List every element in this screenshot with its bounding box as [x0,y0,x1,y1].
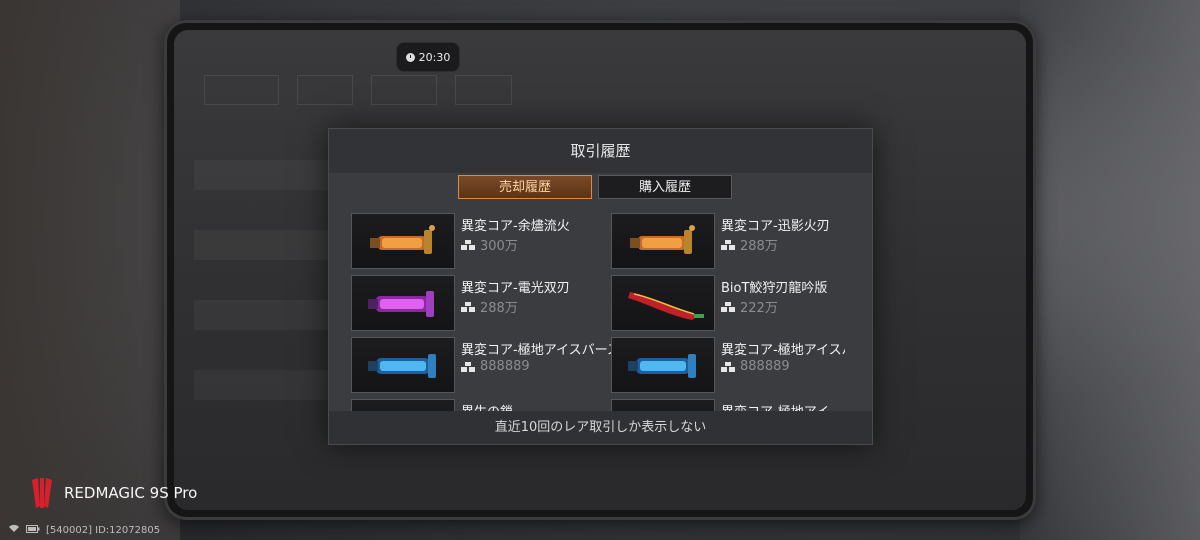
background-tab [371,75,437,105]
trade-item-list[interactable]: 異変コア-余燼流火 300万 異変コア-迅影火刃 288万 異変コア-電光双刃 … [351,213,851,411]
background-row [194,230,334,260]
item-name: 異変コア-余燼流火 [461,219,570,234]
tab-buy-history[interactable]: 購入履歴 [598,175,732,199]
status-bar: [540002] ID:12072805 [8,524,160,536]
purple-cannon-icon [351,275,455,331]
currency-icon [721,301,735,312]
trade-item[interactable]: 異変コア-極地アイスバースト 888889 [351,337,633,393]
trade-item[interactable]: 異変コア-極地アイスバースト 888889 [611,337,851,393]
dialog-title: 取引履歴 [329,129,872,173]
background-left [0,0,180,540]
currency-icon [461,301,475,312]
item-price: 222万 [740,301,778,316]
clock-icon [405,52,415,62]
clock-badge: 20:30 [396,42,460,72]
background-row [194,370,334,400]
item-icon [611,399,715,411]
item-price: 288万 [480,301,518,316]
trade-history-dialog: 取引履歴 売却履歴 購入履歴 異変コア-余燼流火 300万 異変コア-迅影火刃 … [328,128,873,445]
item-name: 異生の鎖 [461,401,585,411]
background-tabs [204,75,512,105]
trade-item[interactable]: 異変コア-電光双刃 288万 [351,275,601,331]
item-price: 300万 [480,239,518,254]
footer-note: 直近10回のレア取引しか表示しない [329,411,872,444]
currency-icon [461,361,475,372]
redmagic-logo-icon [32,478,52,508]
item-price-row: 222万 [721,297,778,316]
item-price-row: 300万 [461,235,518,254]
background-row [194,300,334,330]
blue-cannon-icon [351,337,455,393]
item-price-row: 288万 [721,235,778,254]
background-tab [296,75,354,105]
background-tab [204,75,279,105]
item-name: 異変コア-迅影火刃 [721,219,830,234]
background-right [1020,0,1200,540]
currency-icon [721,239,735,250]
battery-icon [26,524,40,536]
trade-item[interactable]: BioT鮫狩刃龍吟版 222万 [611,275,851,331]
blue-cannon-icon [611,337,715,393]
player-id: [540002] ID:12072805 [46,524,161,536]
item-name: BioT鮫狩刃龍吟版 [721,281,828,296]
red-blade-icon [611,275,715,331]
trade-item[interactable]: 異変コア-迅影火刃 288万 [611,213,851,269]
item-name: 異変コア-極地アイ [721,401,845,411]
trade-item[interactable]: 異生の鎖 [351,399,601,411]
device-watermark: REDMAGIC 9S Pro [28,476,197,510]
orange-cannon-icon [351,213,455,269]
item-price-row: 288万 [461,297,518,316]
item-price: 288万 [740,239,778,254]
tab-sell-history[interactable]: 売却履歴 [458,175,592,199]
trade-item[interactable]: 異変コア-余燼流火 300万 [351,213,601,269]
item-price: 888889 [740,359,790,374]
item-name: 異変コア-電光双刃 [461,281,570,296]
orange-cannon-icon [611,213,715,269]
currency-icon [461,239,475,250]
item-price-row: 888889 [721,359,790,374]
background-row [194,160,334,190]
clock-time: 20:30 [418,50,451,64]
item-price-row: 888889 [461,359,530,374]
device-name: REDMAGIC 9S Pro [64,484,198,502]
trade-item[interactable]: 異変コア-極地アイ [611,399,851,411]
item-price: 888889 [480,359,530,374]
background-tab [454,75,512,105]
wifi-icon [8,524,20,536]
item-name: 異変コア-極地アイスバースト [721,343,845,358]
item-icon [351,399,455,411]
currency-icon [721,361,735,372]
